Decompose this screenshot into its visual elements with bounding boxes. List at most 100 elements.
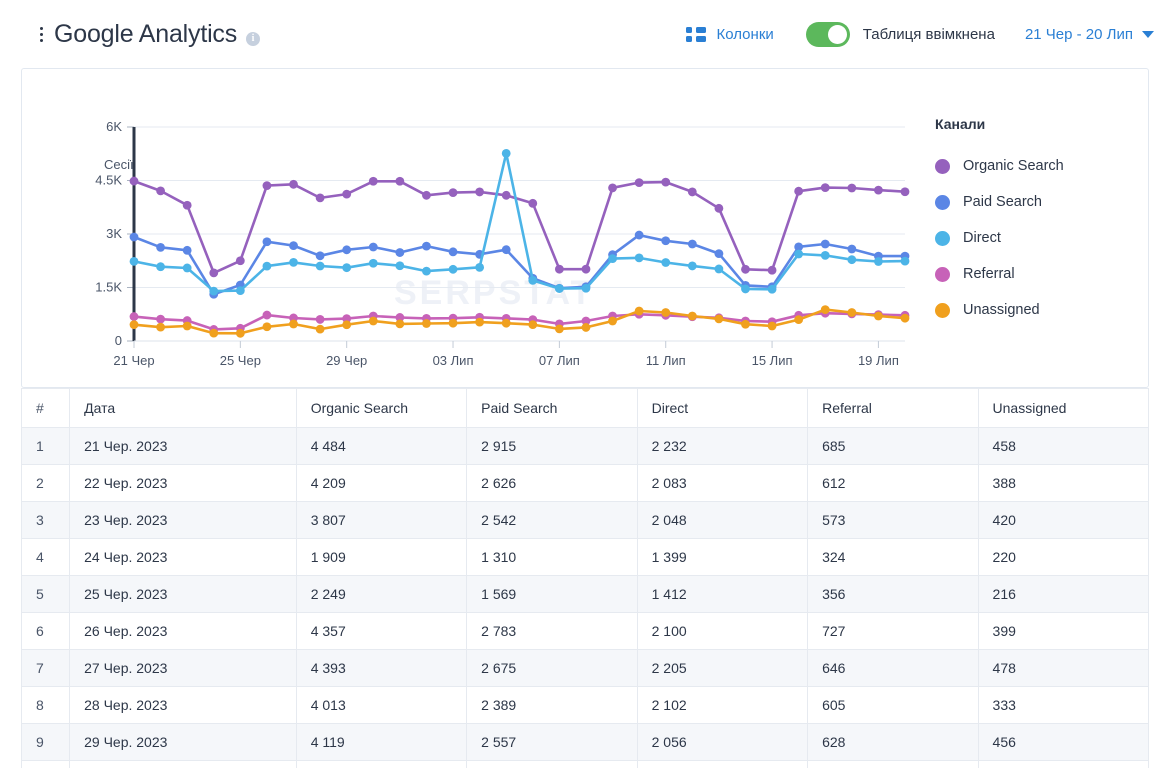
chart-data-point[interactable] [182,200,192,210]
chart-data-point[interactable] [554,324,564,334]
chart-data-point[interactable] [608,316,617,326]
chart-data-point[interactable] [342,245,352,255]
chart-data-point[interactable] [315,251,325,261]
chart-data-point[interactable] [554,284,564,293]
data-table-wrap[interactable]: # Дата Organic Search Paid Search Direct Refe… [20,388,1150,768]
legend-item[interactable]: Unassigned [935,292,1064,328]
chart-data-point[interactable] [235,256,245,266]
chart-data-point[interactable] [634,306,644,316]
chart-data-point[interactable] [874,185,883,195]
table-column-header[interactable]: Referral [807,388,979,428]
chart-data-point[interactable] [422,241,431,251]
chart-data-point[interactable] [235,286,245,296]
chart-data-point[interactable] [475,317,485,327]
chart-data-point[interactable] [129,176,139,186]
chart-data-point[interactable] [156,314,165,324]
chart-data-point[interactable] [289,179,298,189]
chart-data-point[interactable] [874,257,883,266]
chart-data-point[interactable] [182,321,192,331]
table-row[interactable]: 4 24 Чер. 2023 1 909 1 310 1 399 324 220 [20,538,1150,576]
legend-item[interactable]: Referral [935,256,1064,292]
chart-data-point[interactable] [741,284,750,294]
chart-data-point[interactable] [687,261,697,271]
chart-data-point[interactable] [422,190,431,200]
chart-data-point[interactable] [767,265,777,275]
chart-data-point[interactable] [661,308,671,317]
chart-data-point[interactable] [820,183,830,193]
legend-item[interactable]: Direct [935,220,1064,256]
chart-data-point[interactable] [448,318,458,328]
chart-data-point[interactable] [182,263,192,273]
chart-data-point[interactable] [874,311,883,321]
chart-data-point[interactable] [209,268,219,278]
table-row[interactable]: 1 21 Чер. 2023 4 484 2 915 2 232 685 458 [20,427,1150,465]
table-row[interactable]: 5 25 Чер. 2023 2 249 1 569 1 412 356 216 [20,575,1150,613]
chart-data-point[interactable] [847,255,857,265]
chart-data-point[interactable] [608,254,617,264]
chart-data-point[interactable] [528,198,538,208]
chart-data-point[interactable] [900,256,910,266]
chart-data-point[interactable] [767,321,777,331]
chart-data-point[interactable] [847,244,857,254]
chart-data-point[interactable] [262,237,272,247]
chart-data-point[interactable] [156,242,165,252]
chart-data-point[interactable] [422,266,431,276]
chart-data-point[interactable] [262,310,272,320]
chart-data-point[interactable] [554,264,564,274]
table-row[interactable]: 10 [20,760,1150,768]
chart-data-point[interactable] [581,264,591,274]
chart-data-point[interactable] [794,249,804,259]
chart-data-point[interactable] [714,264,724,274]
table-row[interactable]: 2 22 Чер. 2023 4 209 2 626 2 083 612 388 [20,464,1150,502]
chart-data-point[interactable] [395,248,405,257]
chart-data-point[interactable] [501,245,511,255]
table-column-header[interactable]: Direct [636,388,809,428]
table-row[interactable]: 3 23 Чер. 2023 3 807 2 542 2 048 573 420 [20,501,1150,539]
chart-data-point[interactable] [820,305,830,315]
chart-data-point[interactable] [714,314,724,324]
chart-data-point[interactable] [289,257,298,267]
columns-button[interactable]: Колонки [685,26,774,43]
chart-data-point[interactable] [156,262,165,272]
chart-data-point[interactable] [687,239,697,249]
table-row[interactable]: 8 28 Чер. 2023 4 013 2 389 2 102 605 333 [20,686,1150,724]
chart-data-point[interactable] [156,186,165,196]
info-icon[interactable]: i [246,32,261,46]
chart-data-point[interactable] [581,283,591,293]
chart-data-point[interactable] [767,284,777,294]
chart-data-point[interactable] [661,258,671,267]
line-chart[interactable]: 0 1.5K 3K 4.5K 6K 21 Чер 25 Чер 29 Чер 03 Лип 07 … [22,69,922,387]
chart-data-point[interactable] [448,247,458,257]
chart-data-point[interactable] [794,186,804,196]
chart-data-point[interactable] [687,311,697,321]
legend-item[interactable]: Organic Search [935,148,1064,184]
chart-data-point[interactable] [475,187,485,197]
chart-data-point[interactable] [475,262,485,272]
chart-data-point[interactable] [395,261,405,271]
chart-data-point[interactable] [820,239,830,249]
chart-data-point[interactable] [741,319,750,329]
chart-data-point[interactable] [235,328,245,338]
chart-data-point[interactable] [395,319,405,329]
chart-data-point[interactable] [448,264,458,274]
chart-data-point[interactable] [368,316,378,326]
chart-data-point[interactable] [368,258,378,268]
chart-data-point[interactable] [315,193,325,203]
chart-data-point[interactable] [501,190,511,200]
chart-data-point[interactable] [129,232,139,242]
chart-data-point[interactable] [634,178,644,188]
chart-data-point[interactable] [315,315,325,324]
chart-data-point[interactable] [289,319,298,329]
chart-data-point[interactable] [501,148,511,158]
chart-data-point[interactable] [342,320,352,330]
chart-data-point[interactable] [581,323,591,332]
chart-data-point[interactable] [501,318,511,328]
table-column-header[interactable]: Organic Search [295,388,468,428]
chart-data-point[interactable] [661,177,671,187]
table-toggle[interactable] [805,21,850,47]
chart-data-point[interactable] [156,322,165,332]
chart-data-point[interactable] [289,241,298,250]
chart-data-point[interactable] [448,188,458,197]
kebab-menu-icon[interactable] [30,21,52,47]
chart-data-point[interactable] [129,320,139,330]
